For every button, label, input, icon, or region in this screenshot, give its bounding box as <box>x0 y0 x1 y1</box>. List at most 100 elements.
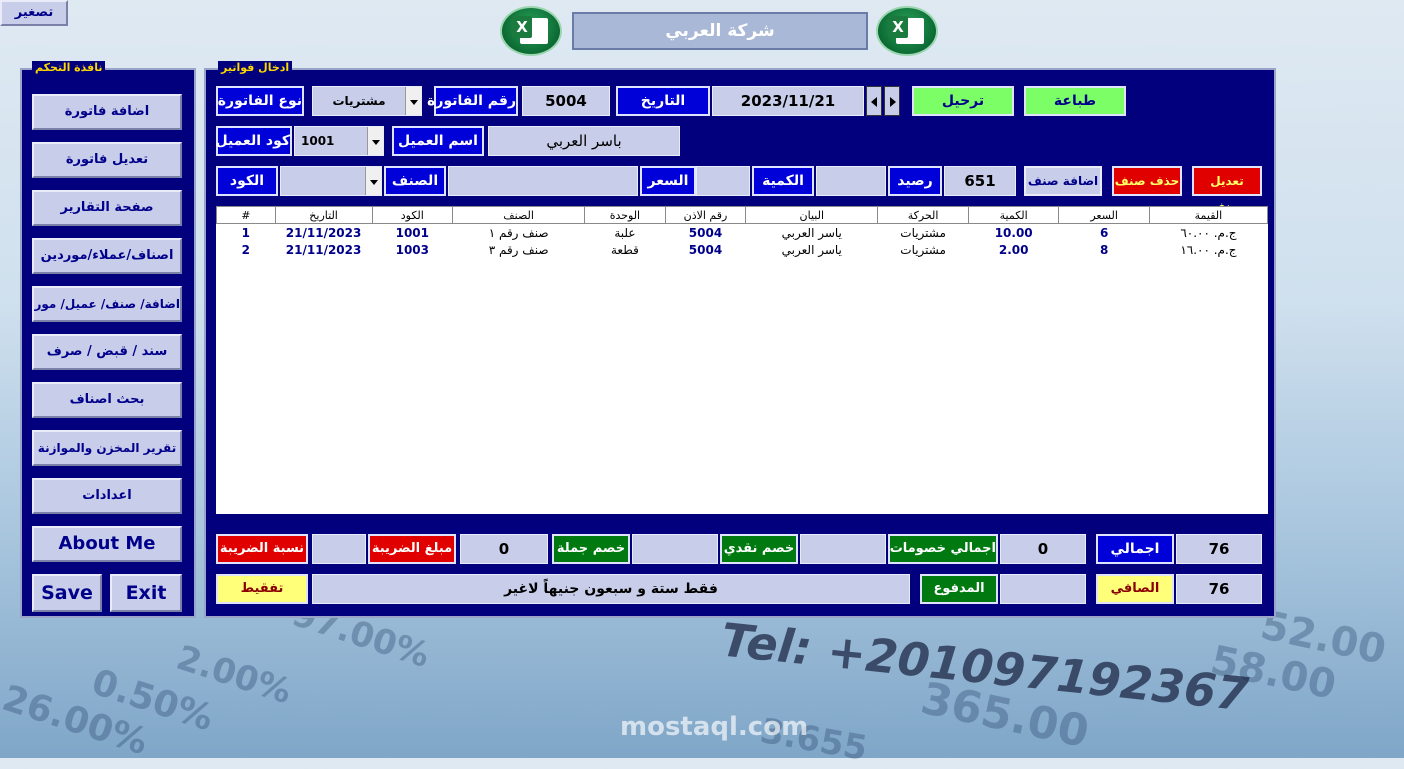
control-panel: نافذة التحكم اضافة فاتورة تعديل فاتورة ص… <box>20 61 196 618</box>
cell-price: 6 <box>1099 225 1109 240</box>
cell-statement: ياسر العربي <box>781 225 842 240</box>
save-button[interactable]: Save <box>32 574 102 612</box>
column-header[interactable]: التاريخ <box>274 206 373 224</box>
edit-invoice-button[interactable]: تعديل فاتورة <box>32 142 182 178</box>
chevron-down-icon[interactable] <box>365 167 381 195</box>
cell-code: 1003 <box>395 242 429 257</box>
exit-button[interactable]: Exit <box>110 574 182 612</box>
price-label: السعر <box>640 166 696 196</box>
column-header[interactable]: البيان <box>745 206 879 224</box>
invoice-type-value: مشتريات <box>332 94 386 108</box>
search-items-button[interactable]: بحث اصناف <box>32 382 182 418</box>
cell-date: 21/11/2023 <box>285 242 362 257</box>
reports-page-button[interactable]: صفحة التقارير <box>32 190 182 226</box>
edit-item-button[interactable]: تعديل صنف <box>1192 166 1262 214</box>
cell-statement: ياسر العربي <box>781 242 842 257</box>
customer-code-label: كود العميل <box>215 126 292 156</box>
items-grid: القيمة السعر الكمية الحركة البيان رقم ال… <box>216 206 1268 258</box>
code-select[interactable] <box>280 166 382 196</box>
quantity-label: الكمية <box>752 166 814 196</box>
add-invoice-button[interactable]: اضافة فاتورة <box>32 94 182 130</box>
invoice-type-label: نوع الفاتورة <box>216 86 304 116</box>
tax-amount-value: 0 <box>460 534 548 564</box>
cell-movement: مشتريات <box>900 242 946 257</box>
invoice-number-value[interactable]: 5004 <box>522 86 610 116</box>
customer-name-value[interactable]: باسر العربي <box>488 126 680 156</box>
column-header[interactable]: الوحدة <box>584 206 666 224</box>
table-row[interactable]: ج.م. ٦٠.٠٠ 6 10.00 مشتريات ياسر العربي 5… <box>217 224 1268 242</box>
cell-date: 21/11/2023 <box>285 225 362 240</box>
price-value[interactable] <box>696 166 750 196</box>
date-value[interactable]: 2023/11/21 <box>712 86 864 116</box>
cell-movement: مشتريات <box>900 225 946 240</box>
tax-rate-label: نسبة الضريبة <box>216 534 308 564</box>
balance-label: رصيد <box>888 166 942 196</box>
company-name: شركة العربي <box>572 12 868 50</box>
post-button[interactable]: ترحيل <box>912 86 1014 116</box>
cell-index: 1 <box>241 225 250 240</box>
net-label: الصافي <box>1096 574 1174 604</box>
table-row[interactable]: ج.م. ١٦.٠٠ 8 2.00 مشتريات ياسر العربي 50… <box>217 241 1268 258</box>
date-label: التاريخ <box>616 86 710 116</box>
wholesale-discount-label: خصم جملة <box>552 534 630 564</box>
print-button[interactable]: طباعة <box>1024 86 1126 116</box>
delete-item-button[interactable]: حذف صنف <box>1112 166 1182 196</box>
excel-icon[interactable]: X <box>500 6 562 56</box>
column-header[interactable]: القيمة <box>1148 206 1268 224</box>
tax-amount-label: مبلغ الضريبة <box>368 534 456 564</box>
balance-value: 651 <box>944 166 1016 196</box>
control-panel-title: نافذة التحكم <box>32 61 106 75</box>
invoice-panel-title: ادخال فواتير <box>218 61 293 75</box>
cell-unit: علبة <box>614 225 636 240</box>
total-label: اجمالي <box>1096 534 1174 564</box>
item-value[interactable] <box>448 166 638 196</box>
total-discounts-value: 0 <box>1000 534 1086 564</box>
cell-quantity: 2.00 <box>998 242 1029 257</box>
cell-permit-number: 5004 <box>688 242 723 257</box>
wholesale-discount-value[interactable] <box>632 534 718 564</box>
customer-code-value: 1001 <box>301 134 335 148</box>
column-header[interactable]: الكود <box>371 206 454 224</box>
quantity-value[interactable] <box>816 166 886 196</box>
column-header[interactable]: رقم الاذن <box>664 206 747 224</box>
column-header[interactable]: السعر <box>1058 206 1150 224</box>
tafqeet-value: فقط ستة و سبعون جنيهاً لاغير <box>312 574 910 604</box>
stock-report-button[interactable]: تقرير المخزن والموازنة <box>32 430 182 466</box>
add-item-button[interactable]: اضافة صنف <box>1024 166 1102 196</box>
cell-price: 8 <box>1099 242 1109 257</box>
items-customers-suppliers-button[interactable]: اصناف/عملاء/موردين <box>32 238 182 274</box>
date-prev-arrow-icon[interactable] <box>866 86 882 116</box>
add-item-customer-supplier-button[interactable]: اضافة/ صنف/ عميل/ مورد <box>32 286 182 322</box>
chevron-down-icon[interactable] <box>405 87 421 115</box>
cash-discount-value[interactable] <box>800 534 886 564</box>
column-header[interactable]: # <box>216 206 276 224</box>
total-value: 76 <box>1176 534 1262 564</box>
cell-item: صنف رقم ١ <box>488 225 549 240</box>
cell-value-amount: ج.م. ٦٠.٠٠ <box>1180 225 1237 240</box>
code-label: الكود <box>216 166 278 196</box>
cell-quantity: 10.00 <box>994 225 1033 240</box>
receipt-payment-voucher-button[interactable]: سند / قبض / صرف <box>32 334 182 370</box>
column-header[interactable]: الصنف <box>452 206 586 224</box>
cash-discount-label: خصم نقدي <box>720 534 798 564</box>
invoice-number-label: رقم الفاتورة <box>427 86 518 116</box>
cell-index: 2 <box>241 242 250 257</box>
date-next-arrow-icon[interactable] <box>884 86 900 116</box>
settings-button[interactable]: اعدادات <box>32 478 182 514</box>
paid-value[interactable] <box>1000 574 1086 604</box>
column-header[interactable]: الكمية <box>967 206 1060 224</box>
invoice-panel: ادخال فواتير نوع الفاتورة مشتريات رقم ال… <box>204 61 1276 618</box>
column-header[interactable]: الحركة <box>877 206 969 224</box>
cell-value-amount: ج.م. ١٦.٠٠ <box>1180 242 1237 257</box>
customer-name-label: اسم العميل <box>392 126 484 156</box>
cell-permit-number: 5004 <box>688 225 723 240</box>
chevron-down-icon[interactable] <box>367 127 383 155</box>
cell-unit: قطعة <box>611 242 639 257</box>
invoice-type-select[interactable]: مشتريات <box>312 86 422 116</box>
tax-rate-value[interactable] <box>312 534 366 564</box>
about-me-button[interactable]: About Me <box>32 526 182 562</box>
customer-code-select[interactable]: 1001 <box>294 126 384 156</box>
table-header-row: القيمة السعر الكمية الحركة البيان رقم ال… <box>216 206 1268 224</box>
excel-icon[interactable]: X <box>876 6 938 56</box>
minimize-button[interactable]: تصغير <box>0 0 68 26</box>
